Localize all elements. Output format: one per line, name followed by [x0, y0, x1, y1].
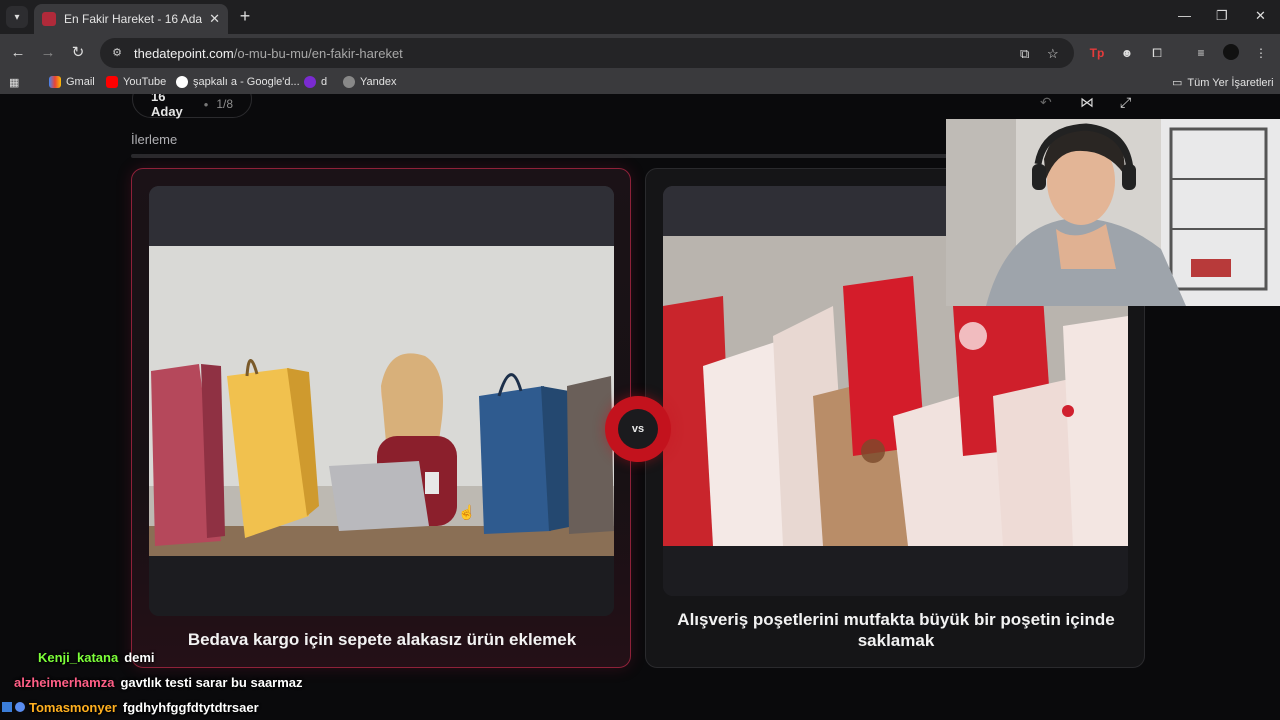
stream-chat-overlay: Kenji_katana demi alzheimerhamza gavtlık t… [0, 648, 420, 720]
profile-avatar[interactable] [1222, 44, 1240, 62]
candidate-count: 16 Aday [151, 94, 183, 119]
undo-icon[interactable]: ↶ [1040, 94, 1052, 111]
mouse-cursor-icon: ☝ [458, 504, 476, 520]
url-host: thedatepoint.com [134, 45, 234, 61]
option-label-left: Bedava kargo için sepete alakasız ürün e… [187, 630, 577, 649]
tab-strip: ▾ En Fakir Hareket - 16 Adaylı Tur ✕ + —… [0, 0, 1280, 34]
chat-text: gavtlık testi sarar bu saarmaz [120, 675, 303, 690]
chat-message: alzheimerhamza gavtlık testi sarar bu saa… [14, 675, 303, 690]
chat-username: alzheimerhamza [14, 675, 115, 690]
chat-text: fgdhyhfggfdtytdtrsaer [122, 700, 259, 715]
site-info-icon[interactable]: ⚙ [110, 46, 124, 60]
url-path: /o-mu-bu-mu/en-fakir-hareket [233, 45, 403, 61]
extension-face-icon[interactable]: ☻ [1118, 44, 1136, 62]
bookmark-gmail[interactable]: Gmail [49, 76, 95, 88]
bookmark-google[interactable]: şapkalı a - Google'd... [176, 76, 300, 88]
vs-text: vs [618, 409, 658, 449]
tab-active[interactable]: En Fakir Hareket - 16 Adaylı Tur ✕ [34, 4, 228, 34]
address-bar[interactable]: ⚙ thedatepoint.com /o-mu-bu-mu/en-fakir-… [100, 38, 1074, 68]
fullscreen-icon[interactable]: ⤢ [1120, 94, 1131, 111]
round-counter: 1/8 [216, 97, 233, 111]
bookmark-yandex[interactable]: Yandex [343, 76, 397, 88]
extensions-puzzle-icon[interactable]: ⧠ [1148, 44, 1166, 62]
minimize-icon[interactable]: — [1178, 8, 1191, 23]
chat-badge-icon [2, 702, 12, 712]
chat-username: Tomasmonyer [29, 700, 117, 715]
tab-search-button[interactable]: ▾ [6, 6, 28, 28]
bookmarks-bar: ▦ Gmail YouTube şapkalı a - Google'd... … [0, 72, 1280, 94]
extension-tp-icon[interactable]: Tp [1088, 44, 1106, 62]
youtube-icon [106, 76, 118, 88]
option-label-right: Alışveriş poşetlerini mutfakta büyük bir… [677, 610, 1115, 650]
candidate-count-pill: 16 Aday • 1/8 [132, 94, 252, 119]
browser-toolbar: ← → ↻ ⚙ thedatepoint.com /o-mu-bu-mu/en-… [0, 34, 1280, 72]
new-tab-button[interactable]: + [236, 6, 254, 26]
vs-badge: vs [605, 396, 671, 462]
bookmark-youtube[interactable]: YouTube [106, 76, 166, 88]
tab-close-icon[interactable]: ✕ [209, 11, 220, 27]
bookmark-star-icon[interactable]: ☆ [1047, 46, 1059, 62]
all-bookmarks-folder[interactable]: ▭ Tüm Yer İşaretleri [1172, 76, 1274, 90]
separator-dot: • [203, 96, 209, 112]
google-icon [176, 76, 188, 88]
window-close-icon[interactable]: ✕ [1255, 8, 1266, 24]
option-card-left[interactable]: Bedava kargo için sepete alakasız ürün e… [131, 168, 631, 668]
menu-dots-icon[interactable]: ⋮ [1252, 44, 1270, 62]
d-site-icon [304, 76, 316, 88]
chat-badge-icon [15, 702, 25, 712]
bookmark-d[interactable]: d [304, 76, 327, 88]
webcam-overlay [946, 119, 1280, 306]
gmail-icon [49, 76, 61, 88]
share-icon[interactable]: ⋈ [1080, 94, 1094, 111]
streamer-webcam-image [946, 119, 1280, 306]
maximize-icon[interactable]: ❐ [1216, 8, 1228, 24]
apps-grid-icon[interactable]: ▦ [9, 76, 19, 89]
reload-icon[interactable]: ↻ [68, 43, 88, 63]
chat-message: Kenji_katana demi [38, 650, 155, 665]
back-arrow-icon[interactable]: ← [8, 43, 28, 63]
chat-message: Tomasmonyer fgdhyhfggfdtytdtrsaer [2, 700, 259, 715]
tab-title: En Fakir Hareket - 16 Adaylı Tur [64, 12, 202, 26]
progress-label: İlerleme [131, 132, 178, 147]
site-favicon [42, 12, 56, 26]
chat-text: demi [124, 650, 155, 665]
forward-arrow-icon[interactable]: → [38, 43, 58, 63]
install-app-icon[interactable]: ⧉ [1020, 46, 1029, 62]
chat-username: Kenji_katana [38, 650, 119, 665]
option-image-left [149, 186, 614, 616]
shopping-laptop-photo [149, 186, 614, 616]
globe-icon [343, 76, 355, 88]
folder-icon: ▭ [1172, 77, 1183, 89]
media-control-icon[interactable]: ≡ [1192, 44, 1210, 62]
